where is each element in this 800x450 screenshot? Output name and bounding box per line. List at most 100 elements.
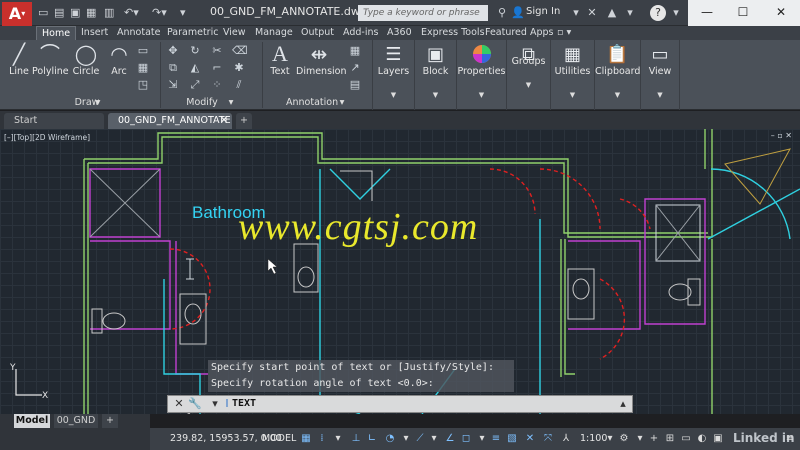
- array-icon[interactable]: ⁘: [210, 78, 224, 92]
- tab-parametric[interactable]: Parametric: [162, 26, 223, 40]
- lineweight-icon[interactable]: ≡: [490, 432, 502, 446]
- tab-layout-00-gnd[interactable]: 00_GND: [54, 414, 98, 428]
- ribbon-minimize-icon[interactable]: ▫ ▾: [552, 26, 576, 40]
- viewport-window-controls[interactable]: – ▫ ✕: [771, 131, 792, 140]
- workspace-dropdown-icon[interactable]: ▾: [634, 432, 646, 446]
- trim-icon[interactable]: ✂: [210, 44, 224, 58]
- utilities-panel-button[interactable]: ▦ Utilities ▼: [550, 40, 594, 110]
- tab-manage[interactable]: Manage: [250, 26, 298, 40]
- snap-dropdown-icon[interactable]: ▾: [332, 432, 344, 446]
- tab-a360[interactable]: A360: [382, 26, 417, 40]
- isodraft-dropdown-icon[interactable]: ▾: [428, 432, 440, 446]
- polar-dropdown-icon[interactable]: ▾: [400, 432, 412, 446]
- erase-icon[interactable]: ⌫: [232, 44, 248, 58]
- sign-in-button[interactable]: Sign In: [526, 6, 560, 17]
- tab-add-ins[interactable]: Add-ins: [338, 26, 383, 40]
- drawing-canvas[interactable]: [–][Top][2D Wireframe] – ▫ ✕ Bathroom ww…: [0, 129, 800, 414]
- polar-icon[interactable]: ◔: [384, 432, 396, 446]
- hatch-icon[interactable]: ▦: [136, 61, 150, 75]
- units-icon[interactable]: ⊞: [664, 432, 676, 446]
- hardware-acceleration-icon[interactable]: ▣: [712, 432, 724, 446]
- annotation-visibility-icon[interactable]: ✕: [524, 432, 536, 446]
- view-panel-button[interactable]: ▭ View ▼: [640, 40, 680, 110]
- open-file-icon[interactable]: ▤: [54, 6, 64, 20]
- tab-express-tools[interactable]: Express Tools: [416, 26, 490, 40]
- customization-menu-icon[interactable]: ≡: [784, 432, 796, 446]
- copy-icon[interactable]: ⧉: [166, 61, 180, 75]
- tab-model[interactable]: Model: [14, 414, 50, 428]
- draw-panel-expand-icon[interactable]: ▾: [93, 97, 103, 109]
- isolate-objects-icon[interactable]: ◐: [696, 432, 708, 446]
- line-button[interactable]: ╱ Line: [4, 42, 34, 77]
- save-as-icon[interactable]: ▦: [86, 6, 96, 20]
- modify-panel-expand-icon[interactable]: ▾: [226, 97, 236, 109]
- stay-connected-icon[interactable]: ▾: [622, 5, 638, 21]
- clipboard-panel-button[interactable]: 📋 Clipboard ▼: [594, 40, 640, 110]
- auto-scale-icon[interactable]: ⤧: [542, 432, 554, 446]
- groups-panel-button[interactable]: ⧉ Groups ▼: [506, 40, 550, 110]
- grid-icon[interactable]: ▦: [300, 432, 312, 446]
- new-tab-button[interactable]: +: [236, 113, 252, 129]
- quick-access-dropdown-icon[interactable]: ▾: [180, 6, 186, 20]
- isodraft-icon[interactable]: ⟋: [414, 432, 426, 446]
- transparency-icon[interactable]: ▧: [506, 432, 518, 446]
- polyline-button[interactable]: ⌒ Polyline: [32, 42, 69, 77]
- annotation-panel-expand-icon[interactable]: ▾: [337, 97, 347, 109]
- save-icon[interactable]: ▣: [70, 6, 80, 20]
- tab-start[interactable]: Start: [4, 113, 104, 129]
- layers-panel-button[interactable]: ☰ Layers ▼: [372, 40, 414, 110]
- help-dropdown-icon[interactable]: ▾: [668, 5, 684, 21]
- tab-home[interactable]: Home: [36, 26, 77, 40]
- maximize-button[interactable]: ☐: [734, 4, 752, 20]
- block-panel-button[interactable]: ▣ Block ▼: [414, 40, 456, 110]
- application-menu-button[interactable]: A▾: [2, 2, 32, 26]
- tab-insert[interactable]: Insert: [76, 26, 113, 40]
- add-layout-button[interactable]: +: [102, 414, 118, 428]
- customize-wrench-icon[interactable]: 🔧: [188, 397, 202, 411]
- tab-drawing[interactable]: 00_GND_FM_ANNOTATE ✕: [108, 113, 232, 129]
- snap-icon[interactable]: ⁞: [316, 432, 328, 446]
- arc-button[interactable]: ◠ Arc: [104, 42, 134, 77]
- command-line[interactable]: ✕ 🔧 ▾ Ⅰ TEXT ▴: [167, 395, 633, 413]
- minimize-button[interactable]: —: [698, 4, 716, 20]
- explode-icon[interactable]: ✱: [232, 61, 246, 75]
- annotation-scale-icon[interactable]: ⅄: [560, 432, 572, 446]
- markup-icon[interactable]: ▤: [348, 78, 362, 92]
- scale-icon[interactable]: ⤢: [188, 78, 202, 92]
- dimension-button[interactable]: ⇹ Dimension: [296, 42, 347, 77]
- workspace-gear-icon[interactable]: ⚙: [618, 432, 630, 446]
- model-space-button[interactable]: MODEL: [262, 433, 296, 444]
- binoculars-icon[interactable]: ⚲: [494, 5, 510, 21]
- mirror-icon[interactable]: ◭: [188, 61, 202, 75]
- ortho-icon[interactable]: ∟: [366, 432, 378, 446]
- help-icon[interactable]: ?: [650, 5, 666, 21]
- new-file-icon[interactable]: ▭: [38, 6, 48, 20]
- scale-dropdown-icon[interactable]: ▾: [604, 432, 616, 446]
- close-command-line-icon[interactable]: ✕: [172, 397, 186, 411]
- region-icon[interactable]: ◳: [136, 78, 150, 92]
- command-line-expand-icon[interactable]: ▴: [616, 397, 630, 411]
- table-icon[interactable]: ▦: [348, 44, 362, 58]
- close-button[interactable]: ✕: [772, 4, 790, 20]
- properties-panel-button[interactable]: Properties ▼: [456, 40, 506, 110]
- viewport-controls-label[interactable]: [–][Top][2D Wireframe]: [4, 133, 90, 142]
- search-input[interactable]: Type a keyword or phrase: [358, 5, 488, 21]
- quick-properties-icon[interactable]: ▭: [680, 432, 692, 446]
- object-snap-icon[interactable]: ◻: [460, 432, 472, 446]
- stretch-icon[interactable]: ⇲: [166, 78, 180, 92]
- tab-view[interactable]: View: [218, 26, 251, 40]
- exchange-apps-icon[interactable]: ✕: [584, 5, 600, 21]
- a360-icon[interactable]: ▲: [604, 5, 620, 21]
- tab-annotate[interactable]: Annotate: [112, 26, 165, 40]
- object-snap-dropdown-icon[interactable]: ▾: [476, 432, 488, 446]
- signin-dropdown-icon[interactable]: ▾: [568, 5, 584, 21]
- redo-icon[interactable]: ↷▾: [152, 6, 167, 20]
- text-button[interactable]: A Text: [266, 42, 294, 78]
- object-snap-tracking-icon[interactable]: ∠: [444, 432, 456, 446]
- rectangle-icon[interactable]: ▭: [136, 44, 150, 58]
- fillet-icon[interactable]: ⌐: [210, 61, 224, 75]
- annotation-monitor-icon[interactable]: +: [648, 432, 660, 446]
- command-prompt[interactable]: TEXT: [232, 398, 256, 409]
- rotate-icon[interactable]: ↻: [188, 44, 202, 58]
- circle-button[interactable]: ◯ Circle: [70, 42, 102, 77]
